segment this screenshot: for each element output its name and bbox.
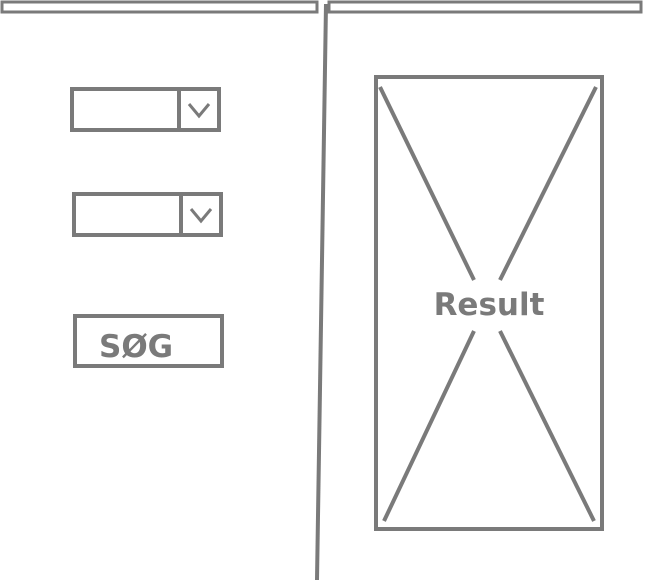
search-button-label: SØG bbox=[99, 329, 174, 365]
chevron-down-icon bbox=[189, 207, 213, 223]
dropdown-1[interactable] bbox=[70, 87, 221, 132]
result-panel: Result bbox=[374, 75, 604, 531]
top-bar-left bbox=[0, 0, 319, 14]
result-label: Result bbox=[433, 287, 545, 323]
panel-divider bbox=[315, 3, 328, 581]
top-bar-right bbox=[327, 0, 643, 14]
dropdown-1-toggle[interactable] bbox=[177, 91, 217, 128]
dropdown-2-toggle[interactable] bbox=[179, 196, 219, 233]
search-button[interactable]: SØG bbox=[73, 314, 224, 368]
chevron-down-icon bbox=[187, 102, 211, 118]
dropdown-2[interactable] bbox=[72, 192, 223, 237]
